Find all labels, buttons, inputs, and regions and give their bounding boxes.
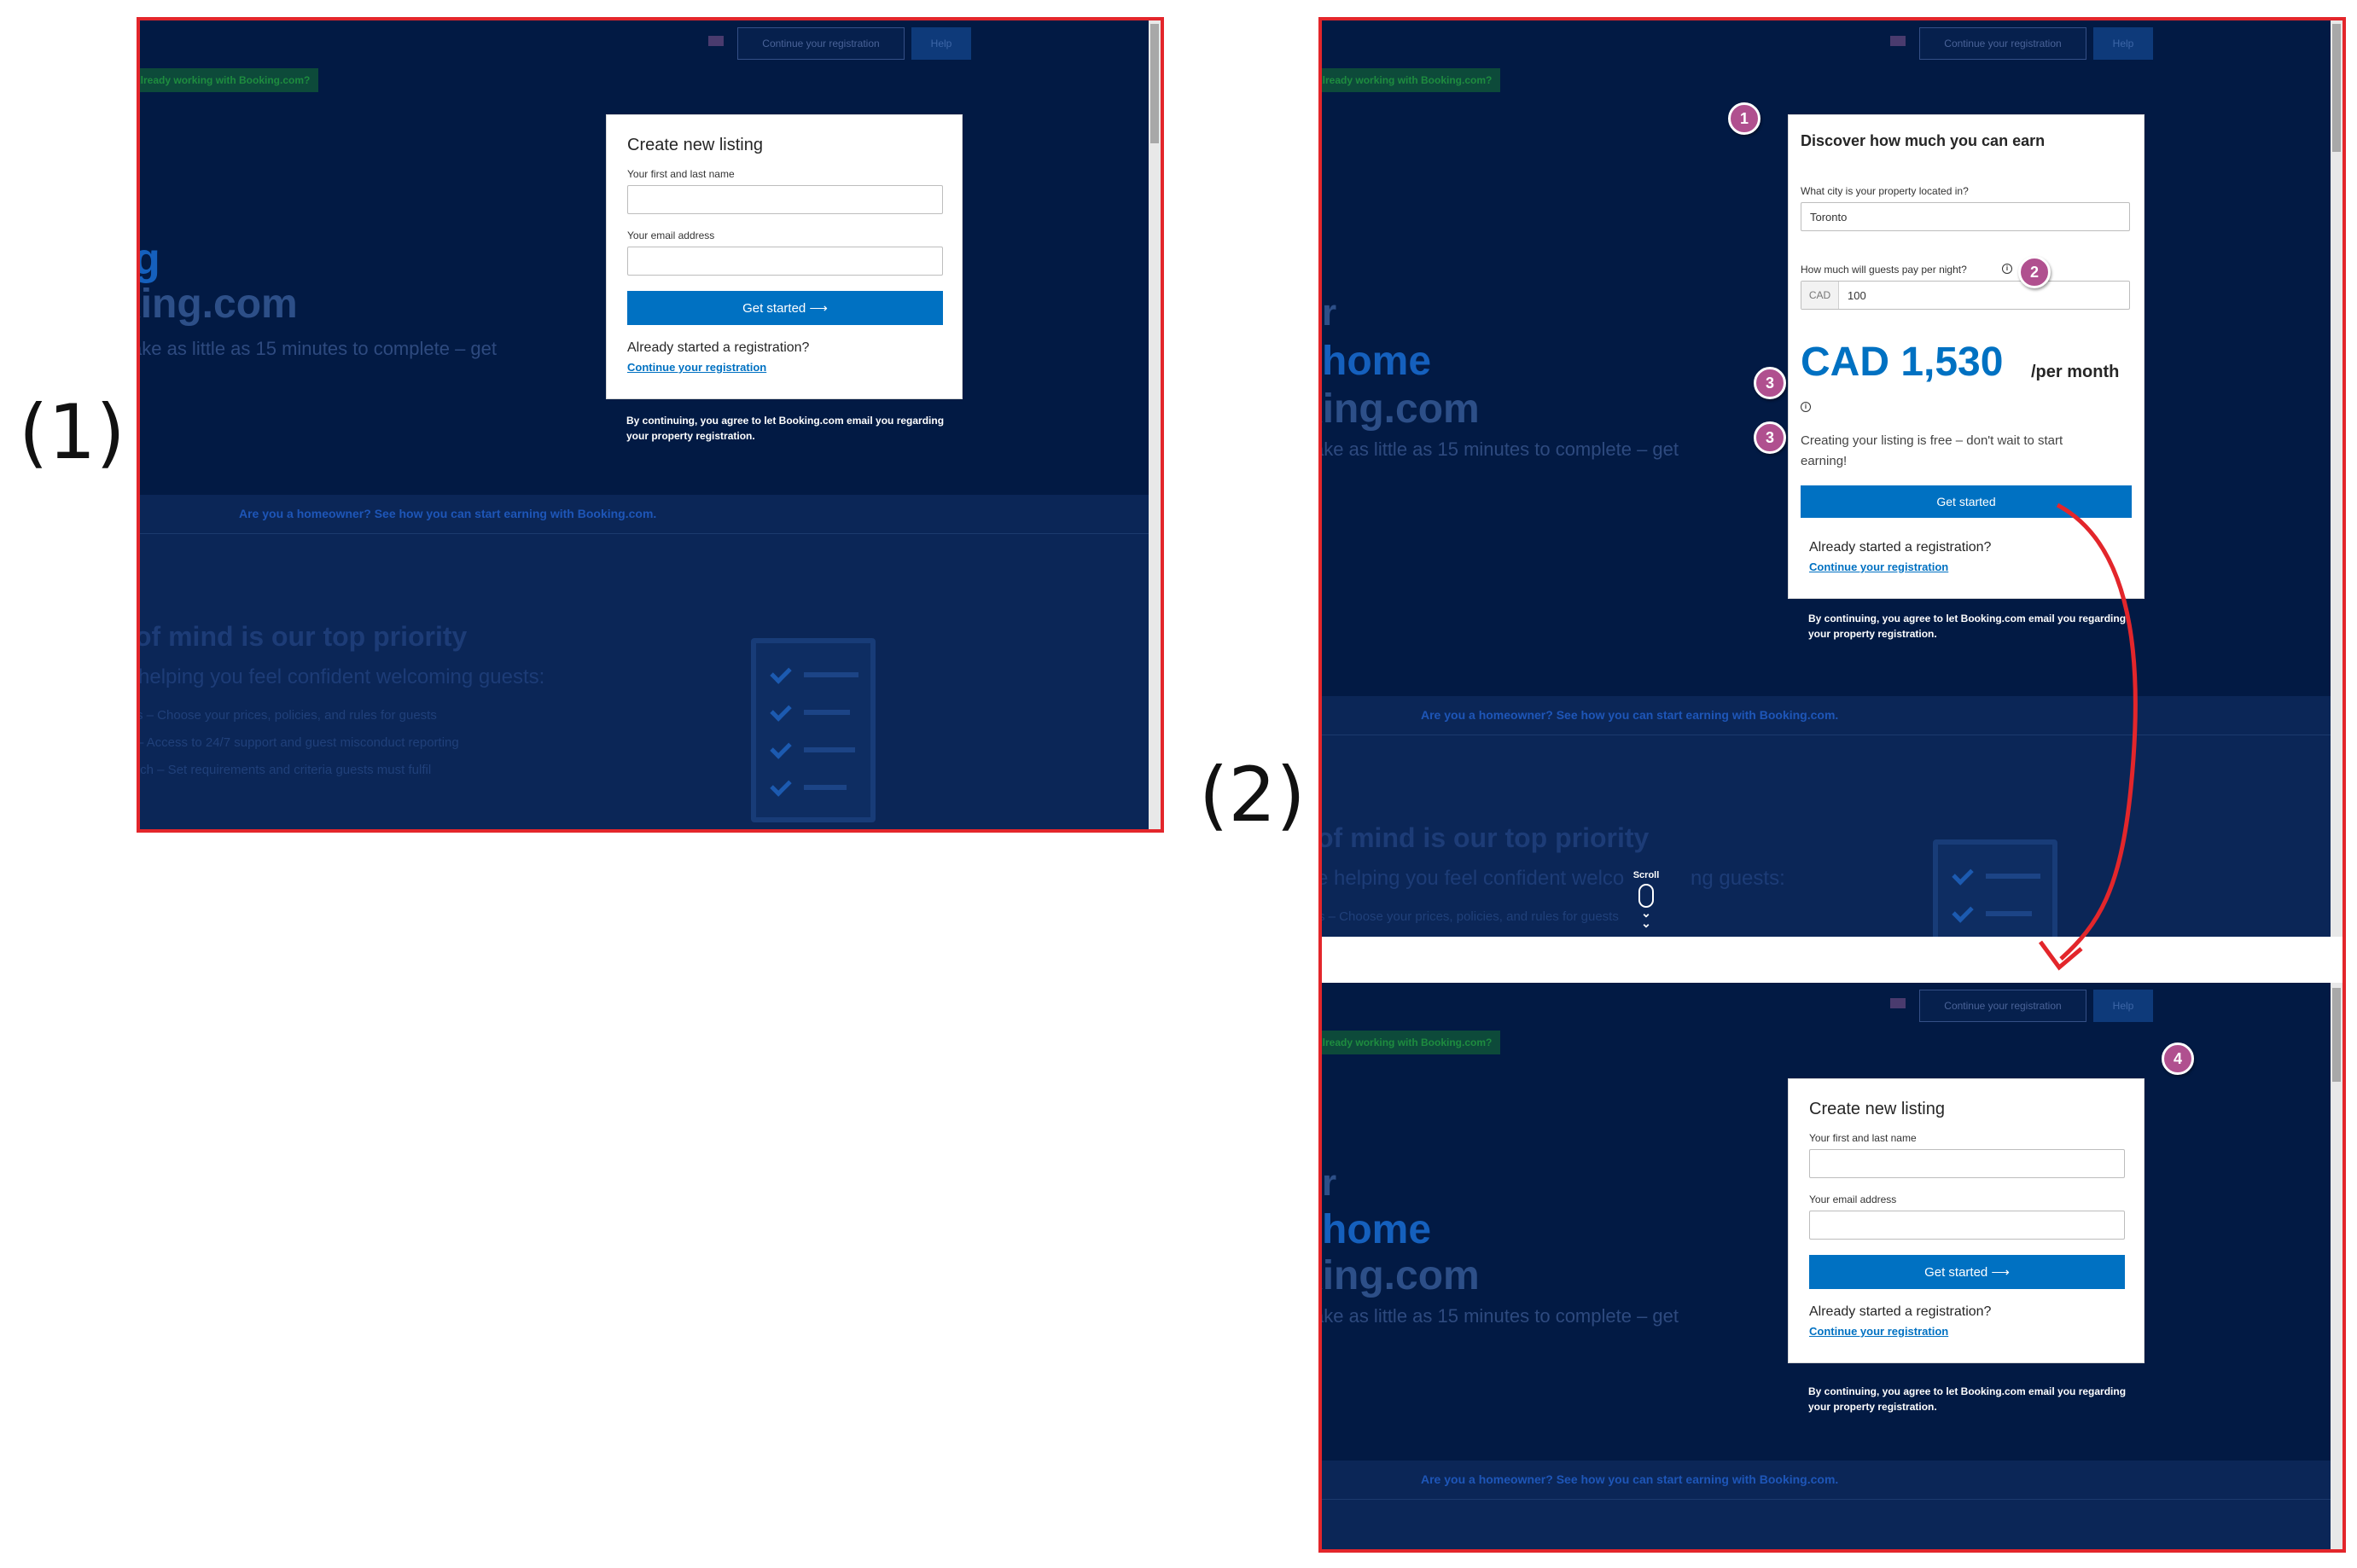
flow-arrow <box>2038 502 2138 971</box>
checklist-line <box>804 785 847 790</box>
screenshot-1: Continue your registration Help Already … <box>137 17 1164 833</box>
homeowner-link[interactable]: Are you a homeowner? See how you can sta… <box>239 507 656 520</box>
checklist-line <box>804 710 850 715</box>
check-icon <box>770 662 792 684</box>
hero-heading-line-1: g <box>140 234 160 285</box>
continue-registration-link[interactable]: Continue your registration <box>627 361 766 374</box>
priority-subheading: helping you feel confident welcoming gue… <box>138 665 545 688</box>
checklist-line <box>804 747 855 752</box>
clipboard-illustration <box>751 638 876 822</box>
name-field[interactable] <box>627 185 943 214</box>
check-icon <box>770 775 792 797</box>
email-field[interactable] <box>627 247 943 276</box>
priority-item-2: – Access to 24/7 support and guest misco… <box>137 735 459 750</box>
scrollbar-thumb[interactable] <box>1150 24 1159 143</box>
email-label: Your email address <box>627 229 715 241</box>
create-listing-card: Create new listing Your first and last n… <box>606 114 963 399</box>
create-listing-title: Create new listing <box>627 136 763 154</box>
name-label: Your first and last name <box>627 168 735 180</box>
vertical-scrollbar[interactable] <box>1149 20 1161 829</box>
check-icon <box>770 737 792 759</box>
language-flag-icon[interactable] <box>708 36 724 46</box>
homeowner-strip: Are you a homeowner? See how you can sta… <box>140 495 1161 534</box>
screenshot-2: Continue your registration Help Already … <box>1318 17 2346 1553</box>
consent-text: By continuing, you agree to let Booking.… <box>626 415 945 442</box>
panel-label-2: (2) <box>1199 751 1306 839</box>
checklist-line <box>804 672 858 677</box>
already-working-badge[interactable]: Already working with Booking.com? <box>140 68 319 92</box>
hero-subtitle: ake as little as 15 minutes to complete … <box>140 338 498 359</box>
page-lower: Are you a homeowner? See how you can sta… <box>137 495 1161 829</box>
already-started-text: Already started a registration? <box>627 340 810 355</box>
continue-registration-nav-button[interactable]: Continue your registration <box>737 27 905 60</box>
get-started-button[interactable]: Get started ⟶ <box>627 291 943 325</box>
page-top: Continue your registration Help Already … <box>140 20 1161 495</box>
priority-item-1: s – Choose your prices, policies, and ru… <box>137 708 437 723</box>
priority-item-3: tch – Set requirements and criteria gues… <box>137 763 432 777</box>
help-button[interactable]: Help <box>911 27 971 60</box>
priority-heading: of mind is our top priority <box>137 621 468 652</box>
panel-label-1: (1) <box>19 388 125 476</box>
check-icon <box>770 700 792 722</box>
hero-heading-line-2: king.com <box>140 282 298 327</box>
